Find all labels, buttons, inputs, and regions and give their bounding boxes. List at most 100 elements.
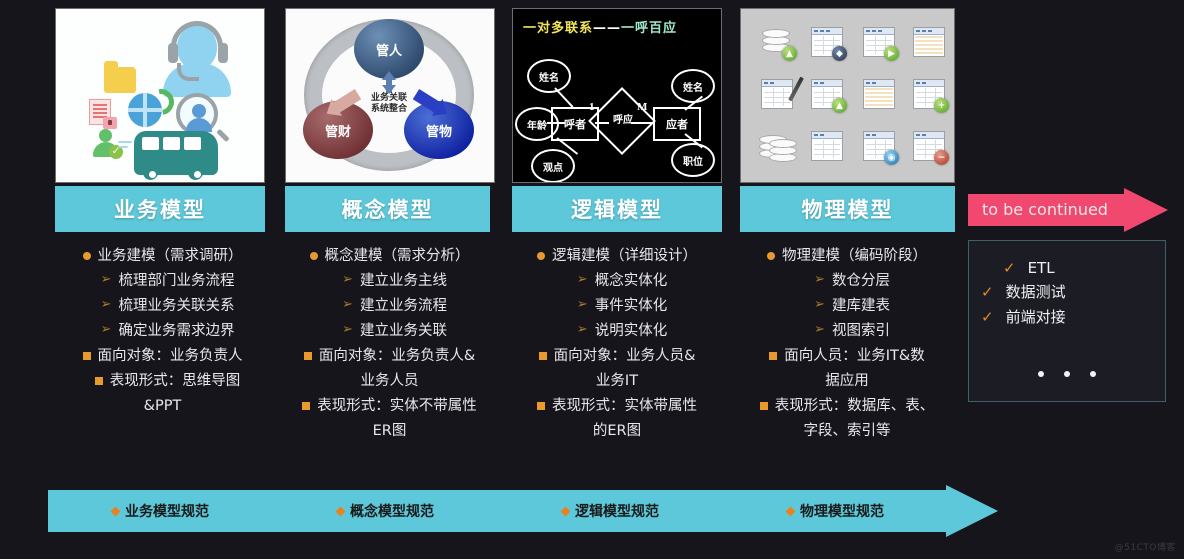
table-edit-icon — [761, 76, 804, 111]
bullet-continuation: 业务IT — [595, 372, 639, 389]
bullet-text: 视图索引 — [831, 322, 890, 339]
bullet-arrow-icon: ➢ — [814, 296, 825, 312]
physical-model-image-card: ▲ ◆ ▶ ▲ + ◉ − — [740, 8, 955, 183]
bullet-continuation: 据应用 — [825, 372, 869, 389]
table-add-icon: + — [913, 79, 949, 113]
er-attribute: 姓名 — [671, 69, 715, 103]
bullet-text: 建立业务关联 — [359, 322, 447, 339]
bullet-text: 业务建模（需求调研） — [97, 248, 243, 264]
bullet-text: 表现形式：数据库、表、 — [774, 397, 935, 414]
bullet-text: 表现形式：思维导图 — [109, 372, 241, 389]
bullet-text: 确定业务需求边界 — [118, 322, 235, 339]
list-item: ➢ 事件实体化 — [508, 294, 726, 319]
lock-icon — [103, 117, 117, 129]
speed-lines-icon — [118, 141, 132, 151]
next-topic-label: ETL — [1027, 259, 1055, 277]
table-icon: ▲ — [811, 79, 847, 113]
bullet-text: 逻辑建模（详细设计） — [552, 248, 697, 264]
list-item: ➢ 建库建表 — [736, 294, 958, 319]
bullet-text: 面向对象：业务负责人& — [318, 347, 476, 364]
bullet-dot-icon — [537, 252, 545, 260]
three-circle-diagram: 管人 管财 管物 业务关联 系统整合 — [286, 9, 494, 182]
bullet-square-icon — [82, 351, 91, 360]
next-topics-list: ✓ ETL ✓ 数据测试 ✓ 前端对接 — [969, 241, 1165, 327]
list-item: ✓ ETL — [1003, 259, 1165, 277]
bullet-arrow-icon: ➢ — [100, 296, 112, 312]
bullet-continuation: 的ER图 — [592, 422, 642, 439]
logic-model-image-card: 一对多联系——一呼百应 姓名 年龄 观点 呼者 呼应 1 M 应者 姓名 职位 — [512, 8, 722, 183]
next-topics-panel: ✓ ETL ✓ 数据测试 ✓ 前端对接 — [968, 240, 1166, 402]
banner-item[interactable]: 概念模型规范 — [273, 490, 498, 532]
header-concept-model[interactable]: 概念模型 — [285, 186, 490, 232]
concept-model-image-card: 管人 管财 管物 业务关联 系统整合 — [285, 8, 495, 183]
bullet-arrow-icon: ➢ — [576, 321, 588, 337]
bullet-continuation: 业务人员 — [360, 372, 419, 389]
bullet-arrow-icon: ➢ — [814, 271, 825, 287]
to-be-continued-arrow[interactable]: to be continued — [968, 188, 1168, 232]
business-model-bullets: 业务建模（需求调研） ➢ 梳理部门业务流程 ➢ 梳理业务关联关系 ➢ 确定业务需求边界… — [55, 244, 270, 419]
bullet-text: 表现形式：实体不带属性 — [317, 397, 477, 414]
table-icon — [913, 27, 947, 59]
bullet-dot-icon — [82, 252, 91, 260]
bullet-text: 建立业务流程 — [359, 297, 447, 314]
arrow-head-icon — [1124, 188, 1168, 232]
bullet-text: 概念实体化 — [594, 272, 668, 289]
header-logic-model[interactable]: 逻辑模型 — [512, 186, 722, 232]
list-item: ➢ 梳理业务关联关系 — [55, 294, 270, 319]
bullet-dot-icon — [309, 252, 318, 260]
business-model-image-card: ✓ — [55, 8, 265, 183]
list-item: ✓ 前端对接 — [981, 306, 1165, 327]
diamond-icon — [560, 506, 571, 516]
banner-items: 业务模型规范 概念模型规范 逻辑模型规范 物理模型规范 — [48, 490, 948, 532]
list-item: 表现形式：实体带属性 — [508, 394, 726, 419]
list-item: ➢ 建立业务主线 — [282, 269, 497, 294]
table-delete-icon: − — [913, 131, 949, 165]
list-item: 物理建模（编码阶段） — [736, 244, 958, 269]
list-item: 业务建模（需求调研） — [55, 244, 270, 269]
bullet-text: 概念建模（需求分析） — [324, 248, 470, 264]
bullet-text: 说明实体化 — [594, 322, 668, 339]
er-attribute: 观点 — [531, 149, 575, 182]
list-item: ➢ 确定业务需求边界 — [55, 319, 270, 344]
er-attribute: 职位 — [671, 143, 715, 177]
bullet-square-icon — [94, 376, 103, 385]
bullet-arrow-icon: ➢ — [576, 271, 588, 287]
bullet-text: 数仓分层 — [831, 272, 890, 289]
check-icon: ✓ — [1003, 259, 1016, 277]
banner-item-label: 物理模型规范 — [800, 504, 884, 520]
bullet-dot-icon — [767, 252, 775, 260]
list-item: 概念建模（需求分析） — [282, 244, 497, 269]
verified-person-icon: ✓ — [91, 129, 123, 159]
diamond-icon — [785, 506, 796, 516]
banner-item[interactable]: 逻辑模型规范 — [498, 490, 723, 532]
user-search-icon — [176, 93, 230, 143]
bullet-square-icon — [759, 401, 768, 410]
bullet-arrow-icon: ➢ — [342, 321, 353, 337]
folder-icon — [104, 61, 136, 93]
concept-model-bullets: 概念建模（需求分析） ➢ 建立业务主线 ➢ 建立业务流程 ➢ 建立业务关联 面向对象：… — [282, 244, 497, 444]
header-business-model[interactable]: 业务模型 — [55, 186, 265, 232]
table-icon: ◉ — [863, 131, 899, 165]
bullet-text: 面向对象：业务人员& — [553, 347, 696, 364]
to-be-continued-label: to be continued — [982, 200, 1108, 219]
multi-database-icon — [759, 131, 797, 163]
bullet-square-icon — [537, 401, 545, 410]
bullet-square-icon — [303, 351, 312, 360]
er-title-part2: 一呼百应 — [621, 21, 678, 36]
center-line-2: 系统整合 — [370, 104, 407, 115]
database-icon-grid: ▲ ◆ ▶ ▲ + ◉ − — [741, 9, 954, 182]
watermark: @51CTO博客 — [1114, 543, 1176, 553]
bullet-continuation: &PPT — [143, 397, 182, 414]
header-physical-model[interactable]: 物理模型 — [740, 186, 955, 232]
bullet-arrow-icon: ➢ — [100, 271, 112, 287]
check-icon: ✓ — [981, 282, 994, 301]
bullet-square-icon — [538, 351, 547, 360]
banner-item[interactable]: 物理模型规范 — [723, 490, 948, 532]
banner-item[interactable]: 业务模型规范 — [48, 490, 273, 532]
list-item: 表现形式：思维导图 — [55, 369, 270, 394]
list-item: ➢ 建立业务流程 — [282, 294, 497, 319]
bullet-arrow-icon: ➢ — [814, 321, 825, 337]
check-icon: ✓ — [981, 307, 994, 326]
list-item: ➢ 建立业务关联 — [282, 319, 497, 344]
bullet-square-icon — [302, 401, 311, 410]
